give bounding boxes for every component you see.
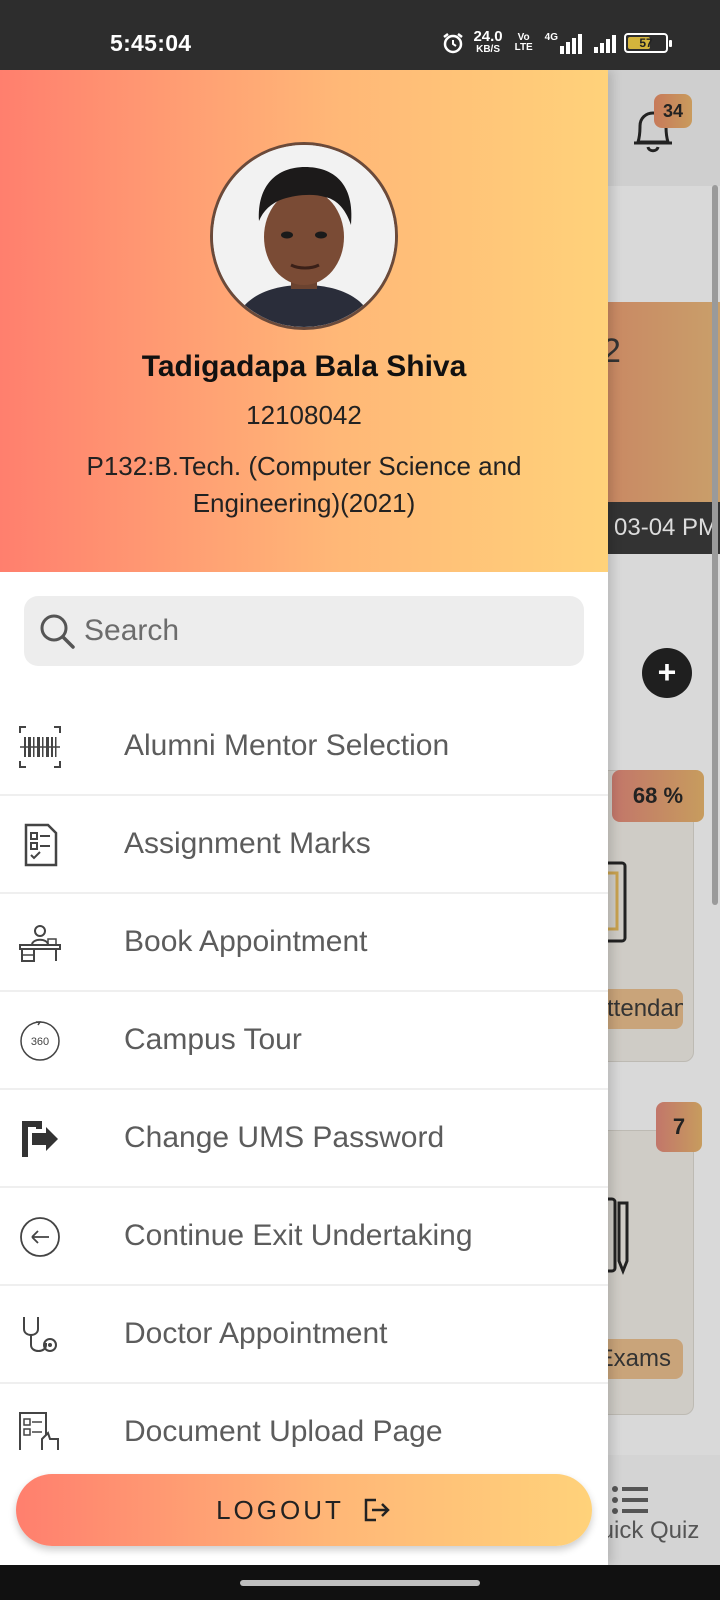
signal-bars-icon [594, 33, 616, 53]
attendance-percent-badge: 68 % [612, 770, 704, 822]
profile-photo [213, 145, 395, 327]
menu-item-assignment-marks[interactable]: Assignment Marks [0, 796, 608, 894]
network-speed: 24.0 KB/S [473, 28, 503, 55]
program-name: P132:B.Tech. (Computer Science and Engin… [86, 451, 522, 518]
menu-item-label: Document Upload Page [124, 1415, 443, 1448]
menu-item-label: Doctor Appointment [124, 1317, 388, 1350]
status-bar: 5:45:04 24.0 KB/S Vo LTE 4G 57 [0, 0, 720, 70]
office-desk-icon [19, 925, 61, 962]
logout-button[interactable]: LOGOUT [16, 1474, 592, 1546]
menu-item-label: Assignment Marks [124, 827, 371, 860]
menu-item-book-appointment[interactable]: Book Appointment [0, 894, 608, 992]
network-speed-value: 24.0 [473, 28, 503, 45]
registration-number: 12108042 [246, 400, 362, 430]
search-input[interactable] [84, 596, 564, 666]
volte-indicator: Vo LTE [514, 31, 533, 53]
search-icon [40, 614, 75, 649]
notification-count-badge: 34 [654, 94, 692, 128]
menu-item-alumni-mentor-selection[interactable]: Alumni Mentor Selection [0, 698, 608, 796]
background-scrollbar [712, 185, 718, 905]
drawer-header: Tadigadapa Bala Shiva 12108042 P132:B.Te… [0, 70, 608, 572]
background-timetable-card[interactable]: 2 [600, 302, 720, 502]
menu-item-change-ums-password[interactable]: Change UMS Password [0, 1090, 608, 1188]
alarm-icon [443, 32, 464, 53]
logout-label: LOGOUT [216, 1494, 344, 1525]
add-icon[interactable]: + [642, 648, 692, 698]
menu-item-doctor-appointment[interactable]: Doctor Appointment [0, 1286, 608, 1384]
menu-item-label: Alumni Mentor Selection [124, 729, 450, 762]
barcode-icon [19, 726, 61, 768]
search-box[interactable] [24, 596, 584, 666]
back-arrow-circle-icon [20, 1217, 60, 1257]
background-time-label: 03-04 PM [600, 502, 720, 554]
exit-door-icon [22, 1121, 58, 1157]
logout-icon [364, 1498, 390, 1522]
home-gesture-handle[interactable] [240, 1580, 480, 1586]
system-navigation-bar [0, 1565, 720, 1600]
menu-item-campus-tour[interactable]: 360 Campus Tour [0, 992, 608, 1090]
battery-level: 57 [639, 35, 653, 50]
list-icon[interactable] [612, 1485, 648, 1515]
svg-text:360: 360 [31, 1036, 49, 1048]
network-type-label: 4G [544, 31, 558, 43]
exams-count-badge: 7 [656, 1102, 702, 1152]
menu-item-label: Campus Tour [124, 1023, 302, 1056]
menu-item-label: Book Appointment [124, 925, 368, 958]
360-view-icon: 360 [20, 1021, 60, 1061]
status-icons: 24.0 KB/S Vo LTE 4G 57 [441, 28, 672, 55]
battery-icon: 57 [624, 32, 672, 53]
menu-item-label: Change UMS Password [124, 1121, 445, 1154]
stethoscope-icon [23, 1317, 57, 1352]
checklist-document-icon [24, 823, 58, 867]
app-screen: 5:45:04 24.0 KB/S Vo LTE 4G 57 34 2 03-0… [0, 0, 720, 1600]
navigation-drawer: Tadigadapa Bala Shiva 12108042 P132:B.Te… [0, 70, 608, 1565]
menu-item-continue-exit-undertaking[interactable]: Continue Exit Undertaking [0, 1188, 608, 1286]
drawer-menu: Alumni Mentor Selection Assignment Marks… [0, 698, 608, 1482]
menu-item-label: Continue Exit Undertaking [124, 1219, 473, 1252]
status-time: 5:45:04 [110, 30, 192, 56]
document-upload-icon [19, 1412, 59, 1454]
user-name: Tadigadapa Bala Shiva [141, 350, 467, 383]
logout-area: LOGOUT [0, 1450, 608, 1565]
network-speed-unit: KB/S [476, 44, 500, 55]
background-bottom-nav: Quick Quiz [582, 1455, 720, 1565]
signal-4g-icon: 4G [545, 32, 582, 54]
avatar[interactable] [210, 142, 398, 330]
